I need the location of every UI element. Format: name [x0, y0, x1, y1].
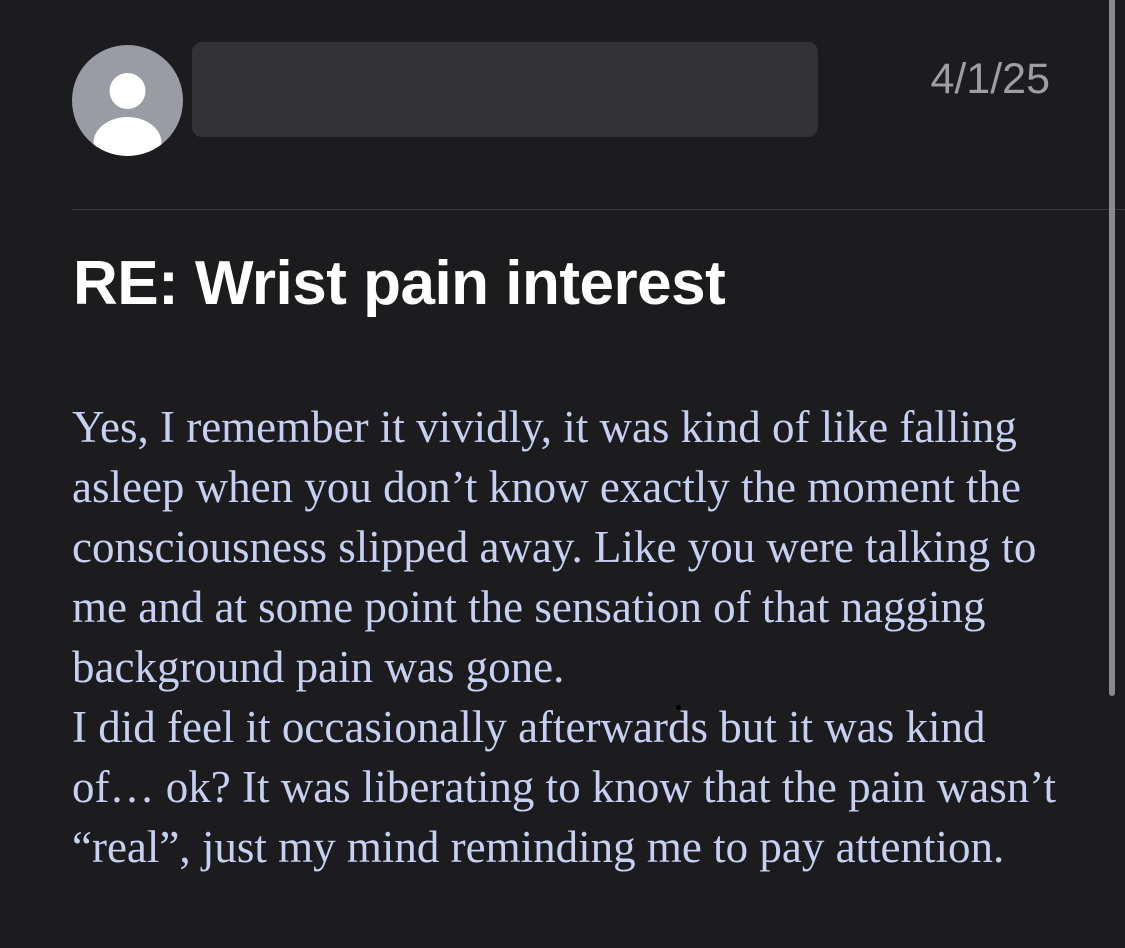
header-divider [72, 209, 1125, 210]
sender-name-redacted[interactable] [192, 42, 818, 137]
vertical-scrollbar[interactable] [1109, 0, 1115, 948]
message-body: Yes, I remember it vividly, it was kind … [72, 397, 1072, 877]
sender-avatar[interactable] [72, 45, 183, 156]
message-subject: RE: Wrist pain interest [73, 249, 726, 318]
text-cursor-dot [676, 705, 681, 710]
body-paragraph: Yes, I remember it vividly, it was kind … [72, 402, 1037, 692]
message-header: 4/1/25 [0, 0, 1125, 210]
body-paragraph: I did feel it occasionally afterwards bu… [72, 702, 1056, 872]
scrollbar-thumb[interactable] [1109, 0, 1115, 696]
message-date: 4/1/25 [930, 55, 1050, 103]
person-icon [93, 73, 162, 156]
